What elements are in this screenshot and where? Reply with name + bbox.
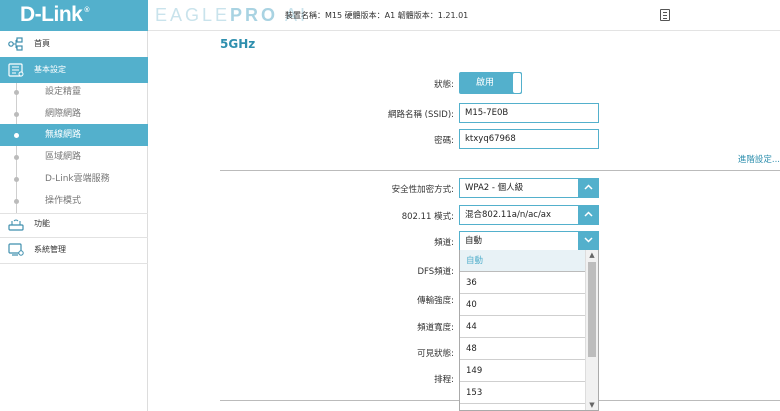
section-divider: [220, 170, 780, 171]
sidebar-item-label: 系統管理: [34, 245, 66, 254]
tree-dot: [14, 199, 19, 204]
status-toggle[interactable]: 啟用: [459, 72, 522, 94]
device-info: 裝置名稱：M15 硬體版本：A1 韌體版本：1.21.01: [285, 11, 469, 20]
sidebar-subitem-setup-wizard[interactable]: 設定精靈: [0, 81, 148, 103]
chevron-up-icon[interactable]: [578, 179, 598, 197]
sidebar-item-label: 基本設定: [34, 65, 66, 74]
channel-select[interactable]: 自動: [459, 231, 599, 251]
sidebar-subitem-label: 設定精靈: [45, 87, 82, 97]
mode-label: 802.11 模式:: [401, 212, 454, 222]
advanced-settings-link[interactable]: 進階設定...: [738, 153, 780, 165]
dfs-label: DFS頻道:: [417, 267, 454, 277]
security-value: WPA2 - 個人級: [465, 183, 524, 193]
sidebar-subitem-operation-mode[interactable]: 操作模式: [0, 190, 148, 212]
tree-dot: [14, 155, 19, 160]
password-input[interactable]: [459, 129, 599, 149]
sidebar-item-label: 首頁: [34, 39, 50, 48]
sidebar-subitem-label: D-Link雲端服務: [45, 174, 110, 184]
ssid-input[interactable]: [459, 103, 599, 123]
settings-list-icon: [8, 63, 24, 77]
sidebar-subitem-wireless[interactable]: 無線網路: [0, 124, 148, 146]
sidebar-subitem-label: 區域網路: [45, 152, 82, 162]
channel-option[interactable]: 40: [460, 294, 587, 316]
schedule-label: 排程:: [434, 375, 454, 385]
visibility-label: 可見狀態:: [417, 349, 454, 359]
sidebar-subitem-label: 操作模式: [45, 196, 82, 206]
channel-dropdown[interactable]: 自動 36 40 44 48 149 153 ▲ ▼: [459, 250, 599, 411]
product-name-light: EAGLE: [155, 5, 231, 25]
channel-label: 頻道:: [434, 238, 454, 248]
chevron-down-icon[interactable]: [578, 232, 598, 250]
sidebar-item-basic-settings[interactable]: 基本設定: [0, 57, 148, 83]
security-select[interactable]: WPA2 - 個人級: [459, 178, 599, 198]
main-content: 5GHz 狀態: 啟用 網路名稱 (SSID): 密碼: 進階設定... 安全性…: [148, 31, 780, 411]
status-label: 狀態:: [434, 80, 454, 90]
ssid-label: 網路名稱 (SSID):: [387, 110, 454, 120]
product-name-bold: PRO: [230, 5, 279, 25]
channel-option[interactable]: 149: [460, 360, 587, 382]
top-header: D-Link ® EAGLEPRO AI 裝置名稱：M15 硬體版本：A1 韌體版…: [0, 0, 780, 31]
channel-option[interactable]: 153: [460, 382, 587, 404]
mode-value: 混合802.11a/n/ac/ax: [465, 210, 552, 220]
bandwidth-label: 頻道寬度:: [417, 323, 454, 333]
dlink-logo[interactable]: D-Link ®: [20, 0, 89, 31]
channel-option[interactable]: 44: [460, 316, 587, 338]
dropdown-scrollbar[interactable]: ▲ ▼: [585, 250, 598, 410]
brand-text: D-Link: [20, 3, 83, 26]
security-label: 安全性加密方式:: [391, 185, 454, 195]
router-icon: [8, 219, 24, 231]
scrollbar-thumb[interactable]: [588, 262, 596, 357]
toggle-knob: [512, 72, 522, 94]
sidebar-item-system-management[interactable]: 系統管理: [0, 237, 148, 263]
tree-dot-active: [14, 133, 19, 138]
mode-select[interactable]: 混合802.11a/n/ac/ax: [459, 205, 599, 225]
section-title: 5GHz: [220, 37, 256, 51]
channel-option[interactable]: 36: [460, 272, 587, 294]
scroll-up-arrow-icon[interactable]: ▲: [586, 250, 598, 261]
logo-box: D-Link ®: [0, 0, 148, 31]
sidebar-item-label: 功能: [34, 219, 50, 228]
channel-value: 自動: [465, 236, 483, 246]
sidebar-item-home[interactable]: 首頁: [0, 31, 148, 57]
scroll-down-arrow-icon[interactable]: ▼: [586, 400, 598, 410]
tx-power-label: 傳輸強度:: [417, 296, 454, 306]
registered-mark: ®: [84, 7, 89, 14]
tree-dot: [14, 112, 19, 117]
sidebar-item-features[interactable]: 功能: [0, 211, 148, 237]
document-icon[interactable]: [660, 9, 670, 21]
chevron-up-icon[interactable]: [578, 206, 598, 224]
status-toggle-label: 啟用: [476, 78, 495, 88]
network-map-icon: [8, 37, 23, 51]
channel-option[interactable]: 自動: [460, 250, 587, 272]
sidebar-subitem-label: 無線網路: [45, 130, 82, 140]
password-label: 密碼:: [434, 136, 454, 146]
tree-dot: [14, 90, 19, 95]
sidebar-subitem-dlink-cloud[interactable]: D-Link雲端服務: [0, 168, 148, 190]
system-management-icon: [8, 243, 24, 256]
sidebar: 首頁 基本設定 設定精靈 網際網路 無線網路 區域網路 D-Link雲端服務 操…: [0, 31, 148, 411]
sidebar-subitem-label: 網際網路: [45, 109, 82, 119]
sidebar-subitem-lan[interactable]: 區域網路: [0, 146, 148, 168]
tree-dot: [14, 177, 19, 182]
channel-option[interactable]: 48: [460, 338, 587, 360]
sidebar-divider: [0, 263, 148, 264]
sidebar-subitem-internet[interactable]: 網際網路: [0, 103, 148, 125]
